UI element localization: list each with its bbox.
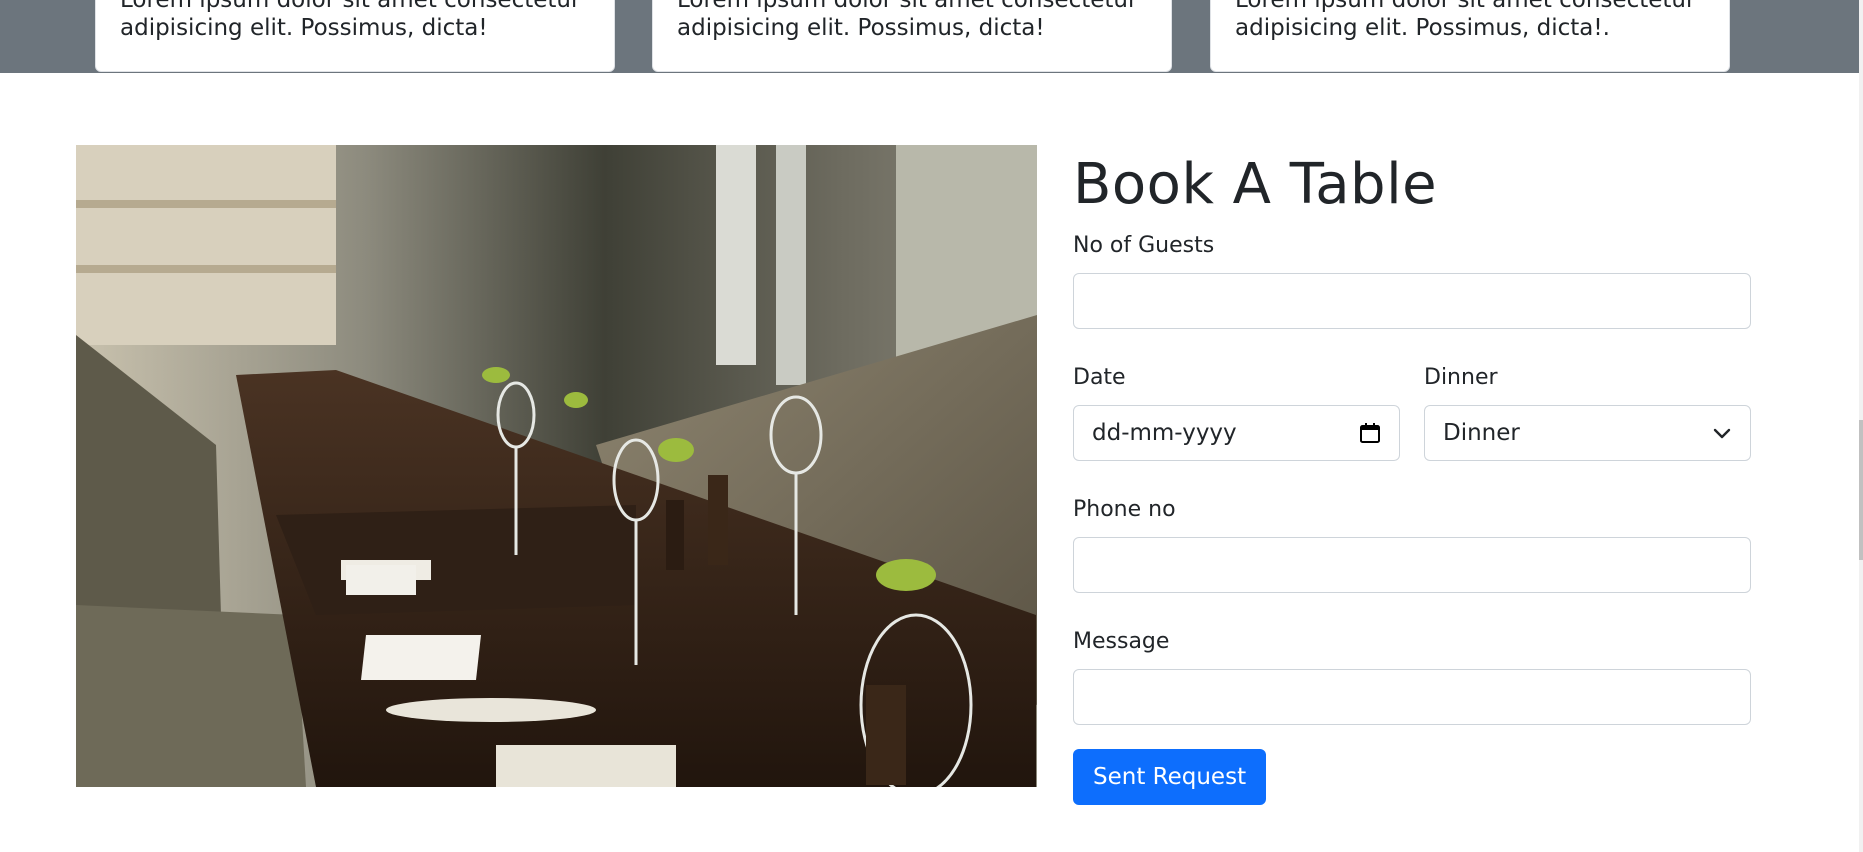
booking-form: Book A Table No of Guests Date dd-mm-yyy… [1073, 145, 1751, 805]
scrollbar-thumb[interactable] [1859, 420, 1863, 560]
meal-select[interactable]: Dinner [1424, 405, 1751, 461]
feature-card: Lorem ipsum dolor sit amet consectetur a… [95, 0, 615, 72]
restaurant-photo [76, 145, 1037, 787]
date-input[interactable]: dd-mm-yyyy [1073, 405, 1400, 461]
chevron-down-icon [1713, 428, 1731, 439]
date-placeholder: dd-mm-yyyy [1092, 420, 1237, 446]
guests-label: No of Guests [1073, 233, 1215, 258]
message-input[interactable] [1073, 669, 1751, 725]
phone-label: Phone no [1073, 497, 1176, 522]
page-title: Book A Table [1073, 152, 1438, 217]
submit-request-button[interactable]: Sent Request [1073, 749, 1267, 805]
meal-column: Dinner Dinner [1424, 363, 1751, 495]
guests-input[interactable] [1073, 273, 1751, 329]
meal-label: Dinner [1424, 365, 1498, 390]
meal-selected: Dinner [1443, 420, 1520, 446]
feature-card: Lorem ipsum dolor sit amet consectetur a… [1210, 0, 1730, 72]
feature-card: Lorem ipsum dolor sit amet consectetur a… [652, 0, 1172, 72]
date-label: Date [1073, 365, 1126, 390]
date-meal-row: Date dd-mm-yyyy Dinner Dinner [1073, 363, 1751, 495]
message-label: Message [1073, 629, 1170, 654]
date-column: Date dd-mm-yyyy [1073, 363, 1400, 495]
phone-input[interactable] [1073, 537, 1751, 593]
calendar-icon[interactable] [1359, 422, 1381, 444]
